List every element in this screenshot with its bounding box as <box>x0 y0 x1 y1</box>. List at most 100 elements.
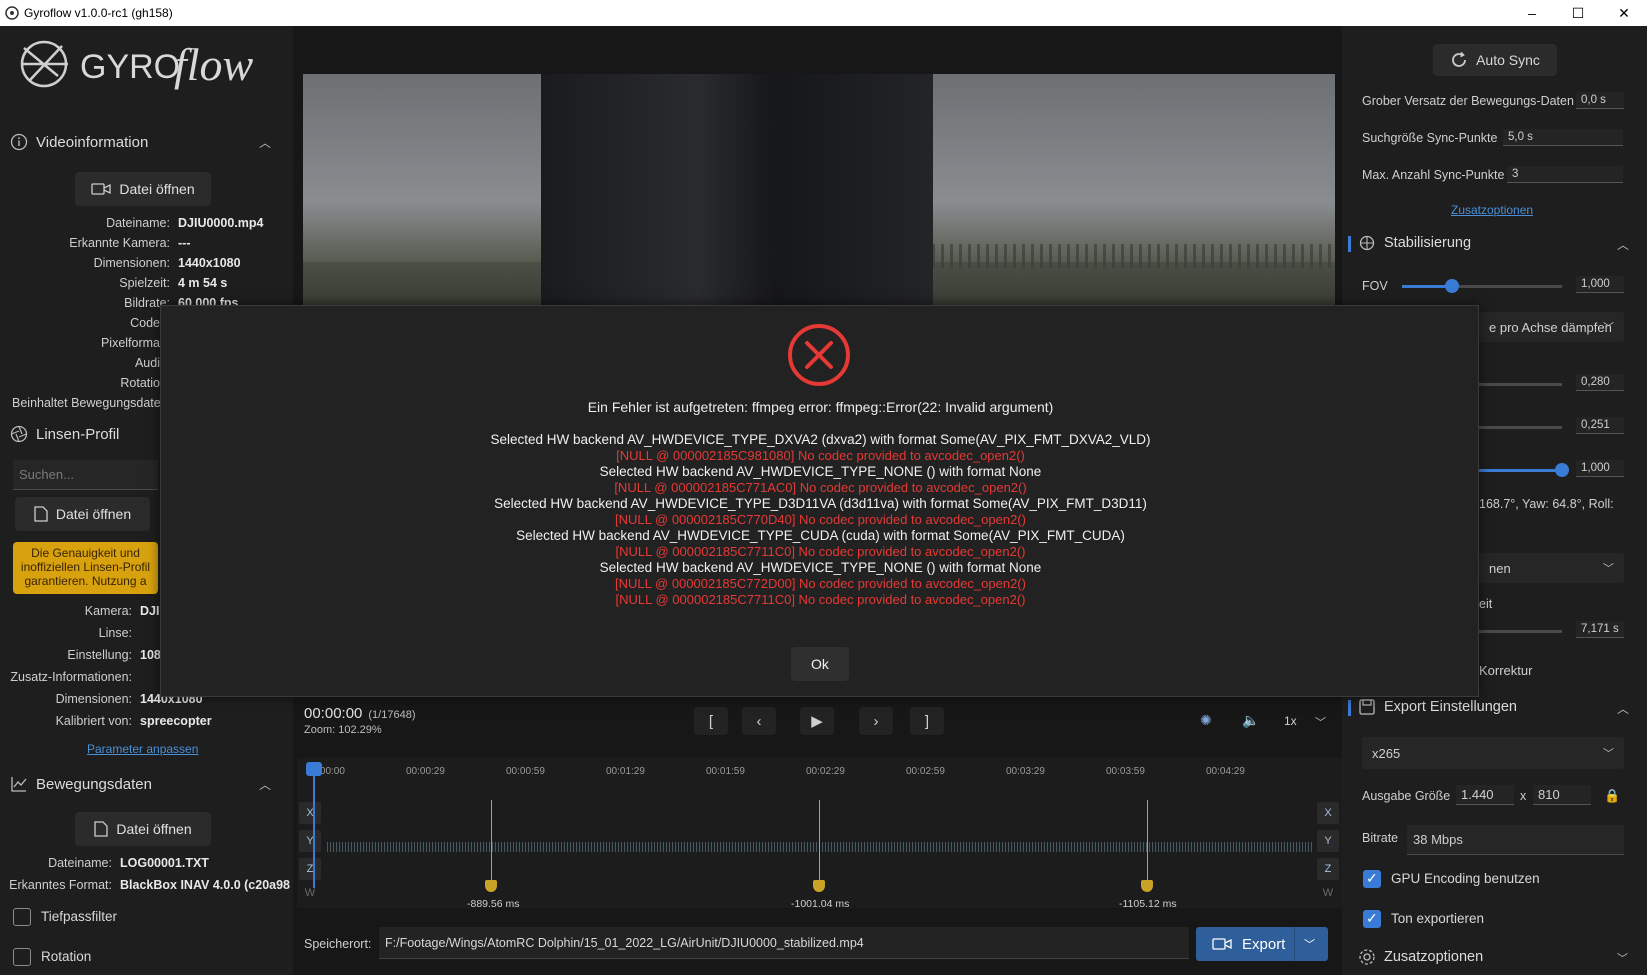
smoothness-pitch-value[interactable]: 0,251 <box>1576 417 1624 434</box>
playback-speed[interactable]: 1x <box>1284 714 1297 728</box>
lens-search-input[interactable]: Suchen... <box>13 460 158 490</box>
timeline-tick: 00:01:29 <box>606 766 645 777</box>
close-button[interactable]: ✕ <box>1601 0 1647 26</box>
chevron-down-icon[interactable]: ﹀ <box>1304 936 1315 952</box>
video-trees <box>923 244 1335 268</box>
output-width-input[interactable]: 1.440 <box>1456 785 1514 805</box>
video-preview[interactable] <box>303 74 1335 306</box>
minimize-button[interactable]: – <box>1509 0 1555 26</box>
sync-search-size-input[interactable]: 5,0 s <box>1503 129 1623 146</box>
video-figure <box>541 74 933 306</box>
set-out-point-button[interactable]: ] <box>910 707 944 735</box>
timeline-tick: 00:00:59 <box>506 766 545 777</box>
window-controls: – ☐ ✕ <box>1509 0 1647 26</box>
lens-warning-text: Die Genauigkeit und inoffiziellen Linsen… <box>20 546 151 588</box>
smoothness-value[interactable]: 0,280 <box>1576 374 1624 391</box>
error-line: [NULL @ 000002185C772D00] No codec provi… <box>615 576 1026 591</box>
sync-more-options-link[interactable]: Zusatzoptionen <box>1451 203 1533 217</box>
chevron-up-icon[interactable]: ︿ <box>259 776 271 793</box>
lock-icon[interactable]: 🔒 <box>1604 788 1620 804</box>
gpu-encoding-label: GPU Encoding benutzen <box>1391 871 1540 886</box>
gear-icon <box>1359 949 1375 965</box>
maximize-button[interactable]: ☐ <box>1555 0 1601 26</box>
axis-x-button[interactable]: X <box>299 802 321 824</box>
lowpass-label: Tiefpassfilter <box>41 909 118 924</box>
timeline[interactable]: 00:00:00 00:00:29 00:00:59 00:01:29 00:0… <box>297 758 1342 910</box>
video-camera-icon <box>91 183 112 195</box>
stabilization-header[interactable]: Stabilisierung <box>1358 234 1471 252</box>
zoom-speed-value[interactable]: 7,171 s <box>1576 621 1624 638</box>
lowpass-checkbox[interactable] <box>13 908 31 926</box>
ok-button[interactable]: Ok <box>791 647 849 681</box>
auto-sync-label: Auto Sync <box>1476 52 1540 68</box>
smoothness-slider[interactable] <box>1479 383 1562 386</box>
sync-point-handle[interactable] <box>485 880 497 892</box>
output-size-label: Ausgabe Größe <box>1362 789 1451 803</box>
prev-frame-button[interactable]: ‹ <box>742 707 776 735</box>
export-button[interactable]: Export ﹀ <box>1196 927 1328 961</box>
video-info-header[interactable]: Videoinformation ︿ <box>0 125 293 159</box>
rotation-checkbox[interactable] <box>13 948 31 966</box>
sync-point-handle[interactable] <box>1141 880 1153 892</box>
fov-label: FOV <box>1362 279 1388 293</box>
gpu-encoding-checkbox[interactable] <box>1363 870 1381 888</box>
error-line: [NULL @ 000002185C770D40] No codec provi… <box>615 512 1026 527</box>
chevron-up-icon[interactable]: ︿ <box>1617 236 1629 253</box>
error-title: Ein Fehler ist aufgetreten: ffmpeg error… <box>587 399 1054 415</box>
motion-data-header[interactable]: Bewegungsdaten ︿ <box>0 767 293 801</box>
size-separator: x <box>1520 789 1527 803</box>
play-button[interactable]: ▶ <box>800 707 834 735</box>
axis-y-button[interactable]: Y <box>299 830 321 852</box>
export-settings-header[interactable]: Export Einstellungen <box>1358 698 1517 716</box>
chevron-up-icon[interactable]: ︿ <box>1617 700 1629 717</box>
max-sync-points-label: Max. Anzahl Sync-Punkte <box>1362 168 1505 182</box>
open-lens-button[interactable]: Datei öffnen <box>15 497 150 531</box>
export-label: Export <box>1242 935 1286 953</box>
zoom-value[interactable]: 1,000 <box>1576 460 1624 477</box>
lens-profile-title: Linsen-Profil <box>36 425 120 443</box>
output-height-input[interactable]: 810 <box>1533 785 1591 805</box>
export-audio-checkbox[interactable] <box>1363 910 1381 928</box>
smoothness-pitch-slider[interactable] <box>1479 426 1562 429</box>
auto-sync-button[interactable]: Auto Sync <box>1433 44 1557 76</box>
error-dialog: Ein Fehler ist aufgetreten: ffmpeg error… <box>160 305 1479 697</box>
axis-w-button-right[interactable]: W <box>1317 882 1339 904</box>
codec-select[interactable]: x265 ﹀ <box>1362 737 1624 769</box>
zoom-slider[interactable] <box>1479 463 1569 477</box>
chevron-down-icon[interactable]: ﹀ <box>1315 714 1326 730</box>
info-row-duration: Spielzeit: 4 m 54 s <box>119 276 228 290</box>
axis-z-button[interactable]: Z <box>299 858 321 880</box>
max-sync-points-input[interactable]: 3 <box>1507 166 1623 183</box>
next-frame-button[interactable]: › <box>859 707 893 735</box>
zoom-speed-slider[interactable] <box>1479 630 1562 633</box>
set-in-point-button[interactable]: [ <box>694 707 728 735</box>
axis-w-button[interactable]: W <box>299 882 321 904</box>
lens-row-lens: Linse: <box>98 626 132 640</box>
timeline-tick: 00:03:59 <box>1106 766 1145 777</box>
fov-value-input[interactable]: 1,000 <box>1576 276 1624 293</box>
sync-point-handle[interactable] <box>813 880 825 892</box>
fov-slider[interactable] <box>1402 279 1562 293</box>
info-row-rotation: Rotatio <box>120 376 160 390</box>
axis-y-button-right[interactable]: Y <box>1317 830 1339 852</box>
bitrate-input[interactable]: 38 Mbps <box>1407 825 1624 855</box>
extra-options-title: Zusatzoptionen <box>1384 949 1484 965</box>
extra-options-header[interactable]: Zusatzoptionen <box>1358 948 1483 966</box>
save-path-input[interactable]: F:/Footage/Wings/AtomRC Dolphin/15_01_20… <box>379 927 1189 959</box>
coarse-offset-label: Grober Versatz der Bewegungs-Daten <box>1362 94 1574 108</box>
axis-x-button-right[interactable]: X <box>1317 802 1339 824</box>
adaptive-zoom-select[interactable]: nen ﹀ <box>1479 553 1624 583</box>
chevron-down-icon[interactable]: ﹀ <box>1617 950 1628 966</box>
axis-z-button-right[interactable]: Z <box>1317 858 1339 880</box>
sync-point-label: -1105.12 ms <box>1119 898 1177 910</box>
volume-icon[interactable]: 🔈 <box>1242 712 1259 729</box>
coarse-offset-input[interactable]: 0,0 s <box>1576 92 1624 109</box>
adjust-parameters-link[interactable]: Parameter anpassen <box>87 742 198 756</box>
playhead[interactable] <box>306 762 322 888</box>
open-video-button[interactable]: Datei öffnen <box>75 172 211 206</box>
smoothing-method-select[interactable]: e pro Achse dämpfen ﹀ <box>1479 312 1624 342</box>
stabilization-toggle-icon[interactable]: ✺ <box>1200 712 1212 729</box>
timecode-value: 00:00:00 <box>304 705 363 722</box>
chevron-up-icon[interactable]: ︿ <box>259 134 271 151</box>
open-motion-button[interactable]: Datei öffnen <box>75 812 211 846</box>
